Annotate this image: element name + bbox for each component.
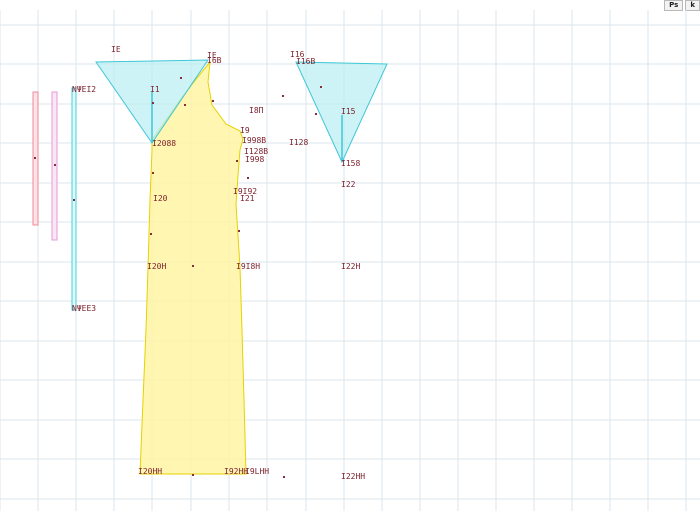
label-i128: Ι128: [289, 138, 308, 147]
label-i21: Ι21: [240, 194, 255, 203]
label-i16b: Ι16Β: [296, 57, 315, 66]
label-i998: Ι998: [245, 155, 264, 164]
pattern-canvas[interactable]: ΙΕ ΙΕ Ι6Β Ι16 Ι16Β Ι1 Ι8Π Ι15 Ι9 Ι998Β Ι…: [0, 0, 700, 511]
label-i9: Ι9: [240, 126, 250, 135]
label-i20hh: Ι20ΗΗ: [138, 467, 162, 476]
label-i8: Ι8Π: [249, 106, 264, 115]
label-strip-top: ΝΨΕΙ2: [72, 85, 96, 94]
label-i20: Ι20: [153, 194, 168, 203]
label-i6b: Ι6Β: [207, 56, 222, 65]
label-i9lhh: Ι9LΗΗ: [245, 467, 269, 476]
label-ie: ΙΕ: [111, 45, 121, 54]
label-i22h: Ι22Η: [341, 262, 360, 271]
label-i2088: Ι2088: [152, 139, 176, 148]
label-i22hh: Ι22ΗΗ: [341, 472, 365, 481]
label-i158: Ι158: [341, 159, 360, 168]
label-i15: Ι15: [341, 107, 356, 116]
label-i9h: Ι9Ι8Η: [236, 262, 260, 271]
label-i998b: Ι998Β: [242, 136, 266, 145]
label-i22: Ι22: [341, 180, 356, 189]
label-i1: Ι1: [150, 85, 160, 94]
label-i20h: Ι20Η: [147, 262, 166, 271]
label-strip-bottom: ΝΨΕΕ3: [72, 304, 96, 313]
